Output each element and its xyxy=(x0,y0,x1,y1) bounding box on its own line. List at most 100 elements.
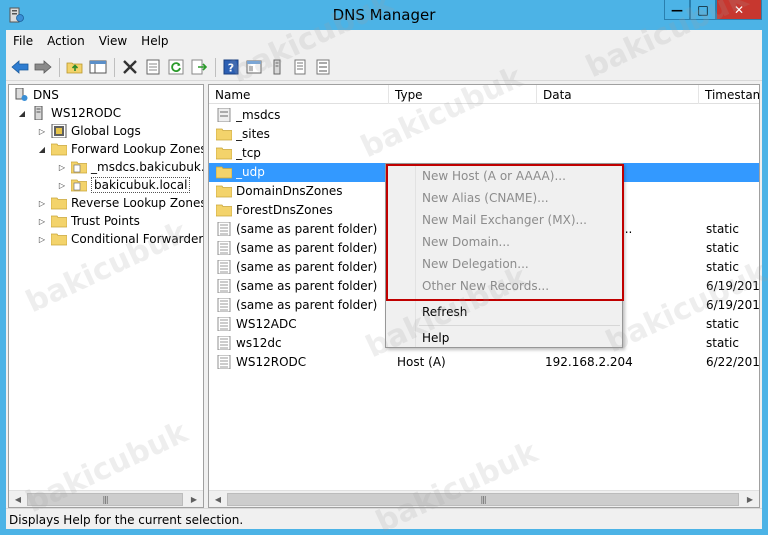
collapsed-arrow-icon[interactable]: ▷ xyxy=(37,126,47,136)
cell-timestamp: 6/19/2013 xyxy=(706,279,760,293)
collapsed-arrow-icon[interactable]: ▷ xyxy=(37,198,47,208)
cell-timestamp: static xyxy=(706,336,739,350)
tree-item-dns[interactable]: DNS xyxy=(13,86,59,104)
maximize-button[interactable]: □ xyxy=(690,0,716,20)
cell-name: ws12dc xyxy=(236,336,282,350)
server-icon xyxy=(273,59,280,75)
menu-bar: File Action View Help xyxy=(6,32,176,52)
menu-help[interactable]: Help xyxy=(134,32,175,52)
tree-item-zone-msdcs[interactable]: ▷ _msdcs.bakicubuk.lo xyxy=(57,158,204,176)
filter-button[interactable] xyxy=(312,57,333,78)
cell-data: 192.168.2.204 xyxy=(545,355,633,369)
tree-label-zone-msdcs: _msdcs.bakicubuk.lo xyxy=(91,160,204,174)
properties-button[interactable] xyxy=(142,57,163,78)
records-button[interactable] xyxy=(289,57,310,78)
menu-item-new-mail-exchanger[interactable]: New Mail Exchanger (MX)... xyxy=(422,213,587,233)
cell-timestamp: static xyxy=(706,222,739,236)
forward-button[interactable] xyxy=(32,57,53,78)
menu-item-refresh[interactable]: Refresh xyxy=(422,305,467,325)
toolbar-separator xyxy=(114,57,115,77)
menu-item-new-host[interactable]: New Host (A or AAAA)... xyxy=(422,169,566,189)
menu-separator xyxy=(419,300,620,301)
tree-item-zone-bakicubuk-local[interactable]: ▷ bakicubuk.local xyxy=(57,176,191,194)
cell-timestamp: static xyxy=(706,317,739,331)
table-row[interactable]: WS12RODC Host (A) 192.168.2.204 6/22/2013 xyxy=(209,353,759,372)
column-header-name[interactable]: Name xyxy=(209,85,389,104)
svg-text:?: ? xyxy=(227,62,233,75)
folder-icon xyxy=(51,233,67,246)
menu-item-new-delegation[interactable]: New Delegation... xyxy=(422,257,529,277)
status-bar: Displays Help for the current selection. xyxy=(6,508,762,529)
menu-action[interactable]: Action xyxy=(40,32,92,52)
minimize-icon: — xyxy=(671,2,683,17)
dns-manager-window: DNS Manager — □ ✕ File Action View Help xyxy=(0,0,768,535)
context-menu: New Host (A or AAAA)... New Alias (CNAME… xyxy=(385,163,624,351)
collapsed-arrow-icon[interactable]: ▷ xyxy=(57,180,67,190)
menu-view[interactable]: View xyxy=(92,32,134,52)
expanded-arrow-icon[interactable]: ◢ xyxy=(37,144,47,154)
scroll-right-icon[interactable]: ▶ xyxy=(187,493,201,506)
tree-item-conditional-forwarders[interactable]: ▷ Conditional Forwarders xyxy=(37,230,203,248)
refresh-button[interactable] xyxy=(165,57,186,78)
menu-separator xyxy=(419,325,620,326)
column-header-type[interactable]: Type xyxy=(389,85,537,104)
toolbar-separator xyxy=(215,57,216,77)
title-bar[interactable]: DNS Manager — □ ✕ xyxy=(0,0,768,30)
scroll-left-icon[interactable]: ◀ xyxy=(11,493,25,506)
scroll-thumb[interactable]: ||| xyxy=(27,493,183,506)
show-hide-tree-button[interactable] xyxy=(87,57,108,78)
event-log-icon xyxy=(51,124,67,138)
dns-record-icon xyxy=(217,355,231,369)
scroll-left-icon[interactable]: ◀ xyxy=(211,493,225,506)
export-list-icon xyxy=(191,59,207,75)
window-title: DNS Manager xyxy=(332,6,436,24)
server-icon xyxy=(34,106,43,120)
close-button[interactable]: ✕ xyxy=(716,0,762,20)
dns-record-icon xyxy=(217,317,231,331)
menu-item-help[interactable]: Help xyxy=(422,331,449,351)
column-header-timestamp[interactable]: Timestam xyxy=(699,85,759,104)
tree-item-server[interactable]: ◢ WS12RODC xyxy=(17,104,121,122)
table-row[interactable]: _msdcs xyxy=(209,106,759,125)
back-button[interactable] xyxy=(9,57,30,78)
toolbar: ? xyxy=(6,54,762,81)
menu-item-new-domain[interactable]: New Domain... xyxy=(422,235,510,255)
cell-timestamp: static xyxy=(706,260,739,274)
cell-timestamp: static xyxy=(706,241,739,255)
menu-item-new-alias[interactable]: New Alias (CNAME)... xyxy=(422,191,549,211)
collapsed-arrow-icon[interactable]: ▷ xyxy=(37,234,47,244)
folder-icon xyxy=(216,147,232,160)
cell-name: _msdcs xyxy=(236,108,281,122)
tree-item-global-logs[interactable]: ▷ Global Logs xyxy=(37,122,141,140)
tree-item-reverse-lookup-zones[interactable]: ▷ Reverse Lookup Zones xyxy=(37,194,203,212)
list-horizontal-scrollbar[interactable]: ◀ ||| ▶ xyxy=(209,490,759,507)
menu-item-other-new-records[interactable]: Other New Records... xyxy=(422,279,549,299)
zone-icon xyxy=(71,179,87,192)
collapsed-arrow-icon[interactable]: ▷ xyxy=(57,162,67,172)
delete-button[interactable] xyxy=(119,57,140,78)
minimize-button[interactable]: — xyxy=(664,0,690,20)
tree-horizontal-scrollbar[interactable]: ◀ ||| ▶ xyxy=(9,490,203,507)
cell-name: DomainDnsZones xyxy=(236,184,343,198)
tree-item-forward-lookup-zones[interactable]: ◢ Forward Lookup Zones xyxy=(37,140,203,158)
scroll-thumb[interactable]: ||| xyxy=(227,493,739,506)
menu-file[interactable]: File xyxy=(6,32,40,52)
collapsed-arrow-icon[interactable]: ▷ xyxy=(37,216,47,226)
properties-icon xyxy=(146,59,159,75)
table-row[interactable]: _tcp xyxy=(209,144,759,163)
tree-label-server: WS12RODC xyxy=(51,106,122,120)
expanded-arrow-icon[interactable]: ◢ xyxy=(17,108,27,118)
server-button[interactable] xyxy=(266,57,287,78)
column-header-data[interactable]: Data xyxy=(537,85,699,104)
console-tree-pane[interactable]: DNS ◢ WS12RODC ▷ Global Logs ◢ Forward L… xyxy=(8,84,204,508)
export-list-button[interactable] xyxy=(188,57,209,78)
table-row[interactable]: _sites xyxy=(209,125,759,144)
tree-item-trust-points[interactable]: ▷ Trust Points xyxy=(37,212,140,230)
cell-name: WS12ADC xyxy=(236,317,297,331)
up-one-level-button[interactable] xyxy=(64,57,85,78)
scroll-right-icon[interactable]: ▶ xyxy=(743,493,757,506)
console-button[interactable] xyxy=(243,57,264,78)
delete-icon xyxy=(122,60,137,74)
help-button[interactable]: ? xyxy=(220,57,241,78)
client-area: File Action View Help ? DNS ◢ WS12RODC ▷… xyxy=(6,30,762,529)
